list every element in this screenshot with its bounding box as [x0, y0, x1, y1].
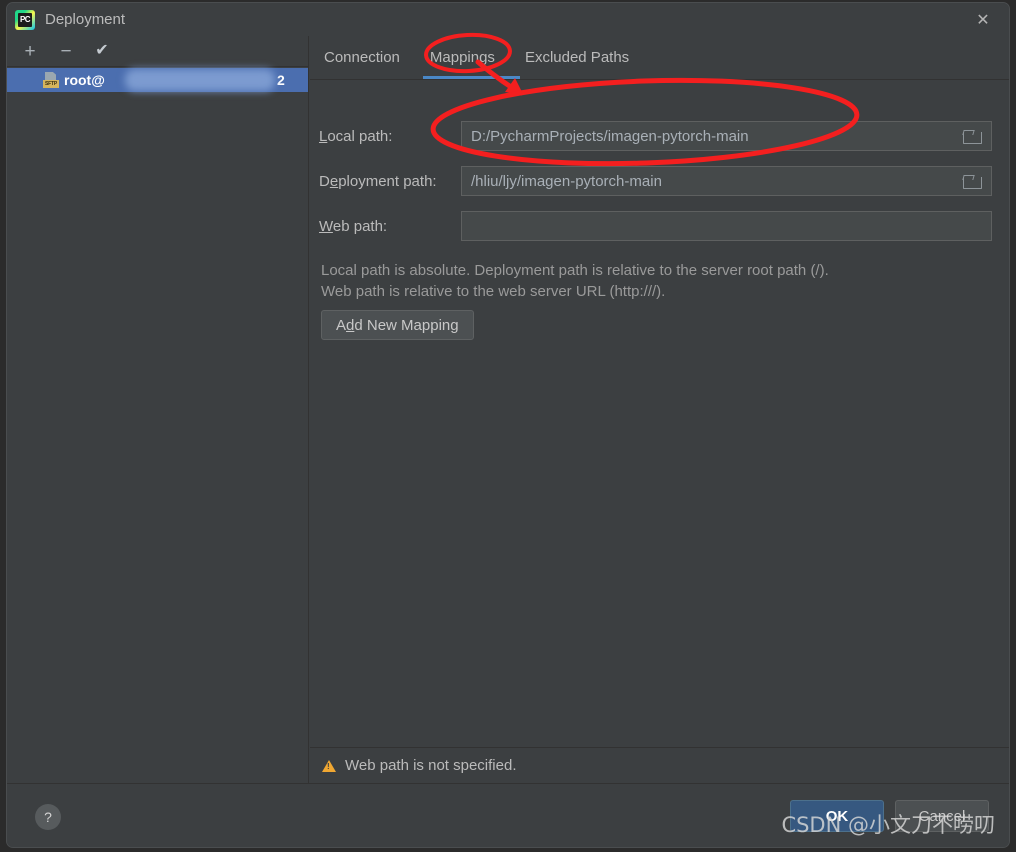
close-icon[interactable]: ✕: [957, 3, 1009, 36]
help-icon[interactable]: ?: [35, 804, 61, 830]
ok-button[interactable]: OK: [790, 800, 884, 832]
web-path-row: Web path:: [319, 211, 992, 241]
remove-server-button[interactable]: −: [53, 39, 79, 63]
deployment-path-value: /hliu/ljy/imagen-pytorch-main: [471, 172, 662, 190]
status-bar: Web path is not specified.: [310, 747, 1009, 783]
local-path-input[interactable]: D:/PycharmProjects/imagen-pytorch-main: [461, 121, 992, 151]
local-path-browse-button[interactable]: [951, 122, 991, 150]
tab-bar: Connection Mappings Excluded Paths: [310, 36, 1009, 79]
form-hint-text: Local path is absolute. Deployment path …: [321, 260, 829, 302]
folder-icon: [962, 130, 982, 144]
add-new-mapping-button[interactable]: Add New Mapping: [321, 310, 474, 340]
mappings-panel: Connection Mappings Excluded Paths Local…: [310, 36, 1009, 783]
local-path-label: Local path:: [319, 127, 393, 145]
deployment-path-label: Deployment path:: [319, 172, 437, 190]
web-path-label: Web path:: [319, 217, 388, 235]
sftp-badge-label: SFTP: [43, 80, 59, 88]
server-toolbar: + − ✔: [7, 36, 308, 67]
local-path-row: Local path: D:/PycharmProjects/imagen-py…: [319, 121, 992, 151]
mappings-form: Local path: D:/PycharmProjects/imagen-py…: [310, 80, 1009, 783]
redaction-blur: [125, 69, 275, 91]
tab-mappings[interactable]: Mappings: [428, 47, 497, 68]
add-server-button[interactable]: +: [17, 39, 43, 63]
page-title: Deployment: [45, 11, 126, 28]
deployment-path-row: Deployment path: /hliu/ljy/imagen-pytorc…: [319, 166, 992, 196]
local-path-value: D:/PycharmProjects/imagen-pytorch-main: [471, 127, 749, 145]
tab-excluded-paths[interactable]: Excluded Paths: [523, 47, 631, 68]
hint-line-2: Web path is relative to the web server U…: [321, 283, 666, 300]
sftp-icon: SFTP: [43, 72, 59, 88]
tab-connection[interactable]: Connection: [322, 47, 402, 68]
deployment-path-browse-button[interactable]: [951, 167, 991, 195]
deployment-dialog: PC Deployment ✕ + − ✔ SFTP root@ 2 Conne: [6, 2, 1010, 848]
server-name-suffix: 2: [277, 72, 285, 88]
server-list-panel: + − ✔ SFTP root@ 2: [7, 36, 309, 783]
use-as-default-button[interactable]: ✔: [89, 39, 115, 63]
dialog-footer: ? OK Cancel: [7, 783, 1009, 847]
list-item[interactable]: SFTP root@ 2: [7, 68, 308, 92]
cancel-button[interactable]: Cancel: [895, 800, 989, 832]
server-name-label: root@: [64, 72, 105, 88]
status-message: Web path is not specified.: [345, 757, 517, 774]
title-bar: PC Deployment ✕: [7, 3, 1009, 36]
pycharm-icon: PC: [15, 9, 35, 30]
warning-icon: [322, 759, 336, 772]
server-list: SFTP root@ 2: [7, 67, 308, 92]
folder-icon: [962, 175, 982, 189]
web-path-input[interactable]: [461, 211, 992, 241]
deployment-path-input[interactable]: /hliu/ljy/imagen-pytorch-main: [461, 166, 992, 196]
hint-line-1: Local path is absolute. Deployment path …: [321, 262, 829, 279]
